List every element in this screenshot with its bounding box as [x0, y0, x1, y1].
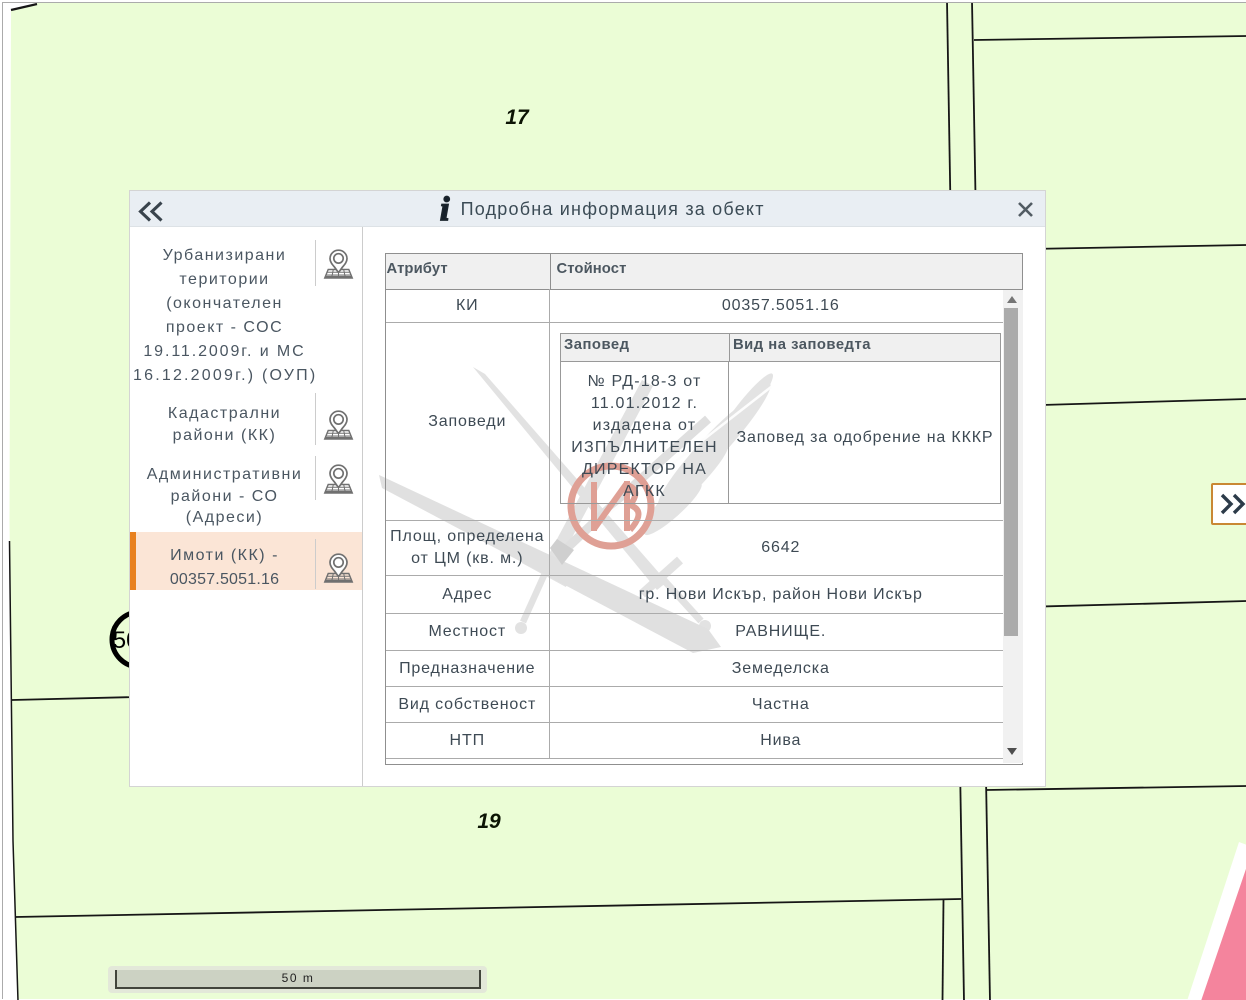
svg-text:19: 19: [477, 810, 501, 833]
svg-text:17: 17: [505, 106, 530, 129]
